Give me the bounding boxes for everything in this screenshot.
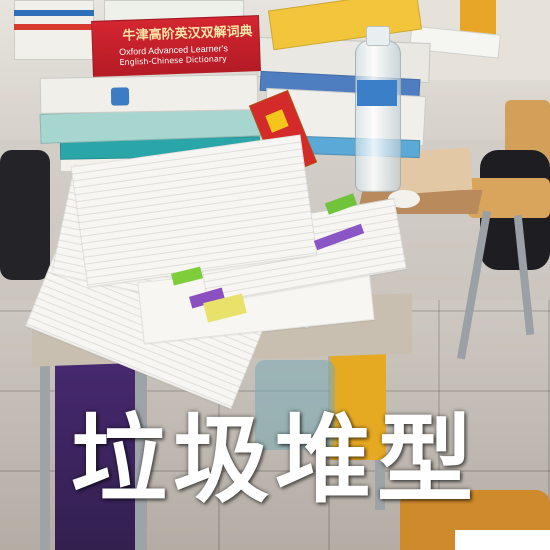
book [39,74,259,114]
white-corner [455,530,550,550]
bottle-label [357,80,397,106]
book [14,0,94,60]
photo-scene: 牛津高阶英汉双解词典 Oxford Advanced Learner's Eng… [0,0,550,550]
caption-text: 垃圾堆型 [71,404,479,516]
bottle-cap [366,26,390,46]
dictionary-chinese-title: 牛津高阶英汉双解词典 [122,24,253,44]
book-tag [110,87,130,106]
water-bottle [355,40,401,192]
book-stripe [14,24,94,30]
oxford-dictionary: 牛津高阶英汉双解词典 Oxford Advanced Learner's Eng… [91,15,261,77]
book-stripe [14,10,94,16]
black-backpack-left [0,150,50,280]
